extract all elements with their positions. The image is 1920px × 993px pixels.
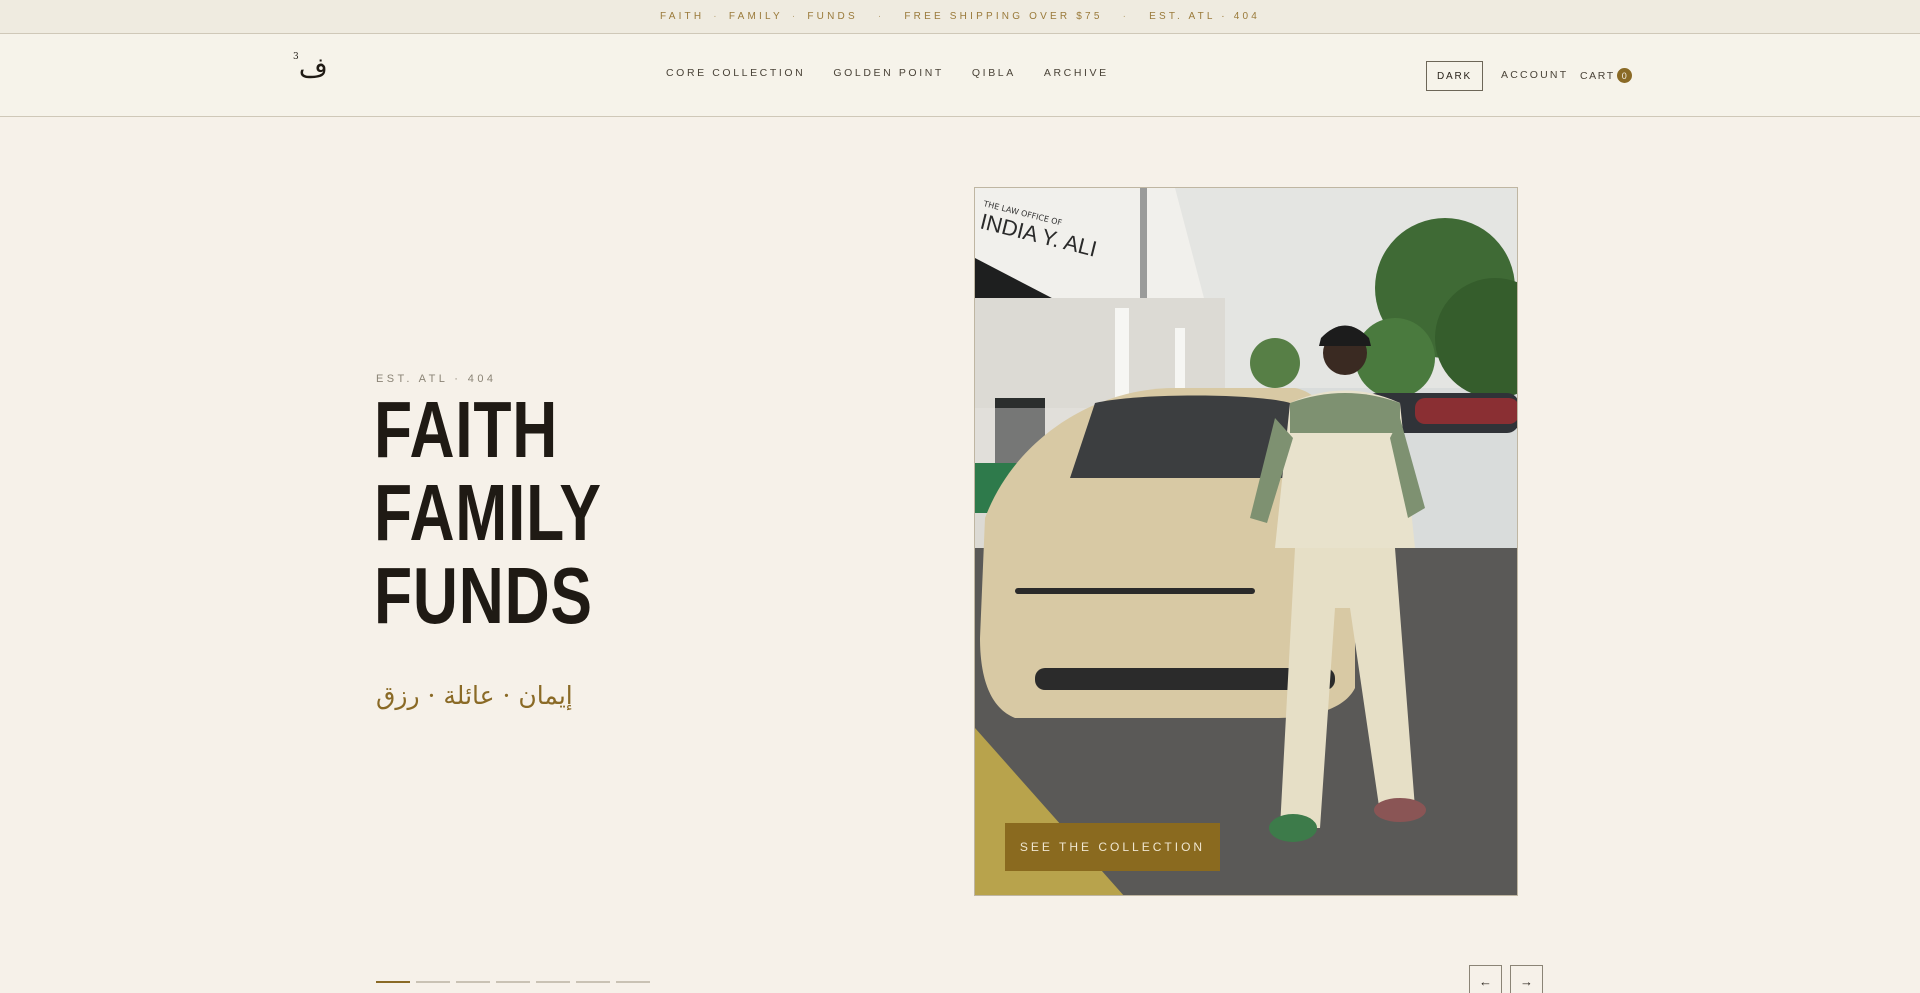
cart-label: CART <box>1580 70 1615 82</box>
prev-slide-button[interactable]: ← <box>1469 965 1502 993</box>
slide-indicator[interactable] <box>536 981 570 983</box>
main-nav: CORE COLLECTION GOLDEN POINT QIBLA ARCHI… <box>666 67 1109 79</box>
announcement-separator: · <box>877 11 885 22</box>
headline-line-faith: FAITH <box>374 385 559 474</box>
headline-line-family: FAMILY <box>374 468 602 557</box>
see-collection-button[interactable]: SEE THE COLLECTION <box>1005 823 1220 871</box>
slide-indicator[interactable] <box>616 981 650 983</box>
brand-logo[interactable]: ف3 <box>292 51 328 84</box>
slide-indicator[interactable] <box>416 981 450 983</box>
dark-mode-button[interactable]: DARK <box>1426 61 1483 91</box>
hero-photo-illustration: THE LAW OFFICE OF INDIA Y. ALI <box>975 188 1517 895</box>
hero-arabic-tagline: إيمان · عائلة · رزق <box>376 681 573 710</box>
nav-golden-point[interactable]: GOLDEN POINT <box>833 67 944 79</box>
hero-headline: FAITH FAMILY FUNDS <box>374 388 602 637</box>
announcement-funds: FUNDS <box>807 11 858 22</box>
slide-indicator[interactable] <box>456 981 490 983</box>
slide-indicator[interactable] <box>576 981 610 983</box>
headline-line-funds: FUNDS <box>374 551 593 640</box>
cart-count-badge: 0 <box>1616 68 1632 83</box>
announcement-shipping: FREE SHIPPING OVER $75 <box>904 11 1103 22</box>
next-slide-button[interactable]: → <box>1510 965 1543 993</box>
logo-glyph: ف <box>298 51 328 84</box>
site-header: ف3 CORE COLLECTION GOLDEN POINT QIBLA AR… <box>0 34 1920 117</box>
slide-indicators <box>376 981 650 983</box>
slide-indicator[interactable] <box>376 981 410 983</box>
nav-archive[interactable]: ARCHIVE <box>1044 67 1109 79</box>
arabic-text: إيمان · عائلة · رزق <box>376 681 573 710</box>
hero-eyebrow: EST. ATL · 404 <box>376 373 497 385</box>
announcement-separator: · <box>1122 11 1130 22</box>
announcement-est: EST. ATL · 404 <box>1149 11 1261 22</box>
nav-core-collection[interactable]: CORE COLLECTION <box>666 67 805 79</box>
slide-indicator[interactable] <box>496 981 530 983</box>
cart-link[interactable]: CART 0 <box>1580 68 1632 83</box>
logo-superscript: 3 <box>293 51 299 62</box>
nav-qibla[interactable]: QIBLA <box>972 67 1016 79</box>
announcement-separator: · <box>713 11 720 22</box>
announcement-family: FAMILY <box>728 11 783 22</box>
announcement-faith: FAITH <box>659 11 705 22</box>
hero-photo: THE LAW OFFICE OF INDIA Y. ALI <box>974 187 1518 896</box>
announcement-separator: · <box>791 11 799 22</box>
announcement-bar: FAITH · FAMILY · FUNDS · FREE SHIPPING O… <box>0 0 1920 34</box>
account-link[interactable]: ACCOUNT <box>1501 69 1568 81</box>
